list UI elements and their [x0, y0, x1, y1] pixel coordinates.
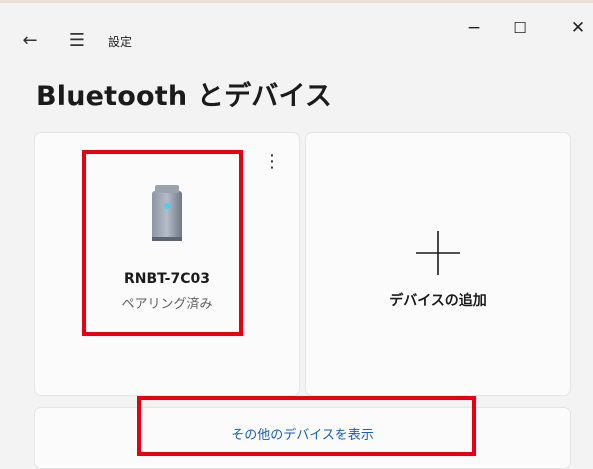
device-card[interactable]: ⋮ RNBT-7C03 ペアリング済み — [34, 132, 300, 396]
hamburger-menu-icon[interactable]: ☰ — [62, 28, 92, 52]
back-arrow-icon[interactable]: ← — [16, 28, 44, 52]
close-icon[interactable]: ✕ — [564, 16, 592, 40]
title-bar: ← ☰ 設定 − ☐ ✕ — [0, 0, 593, 70]
maximize-icon[interactable]: ☐ — [506, 16, 534, 40]
minimize-icon[interactable]: − — [460, 16, 488, 40]
more-options-icon[interactable]: ⋮ — [263, 153, 281, 171]
show-more-devices-card[interactable]: その他のデバイスを表示 — [34, 407, 571, 469]
page-title: Bluetooth とデバイス — [36, 81, 333, 112]
device-name: RNBT-7C03 — [124, 271, 210, 287]
add-device-label: デバイスの追加 — [389, 293, 487, 309]
device-tower-icon — [152, 185, 182, 241]
show-more-devices-link[interactable]: その他のデバイスを表示 — [35, 424, 570, 443]
app-title: 設定 — [108, 35, 133, 49]
plus-icon — [416, 231, 460, 275]
device-status: ペアリング済み — [121, 297, 213, 312]
add-device-card[interactable]: デバイスの追加 — [305, 132, 571, 396]
